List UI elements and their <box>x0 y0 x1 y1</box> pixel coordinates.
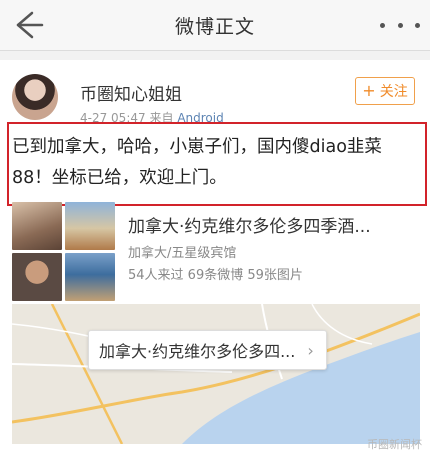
follow-button[interactable]: + 关注 <box>355 77 415 105</box>
location-stats: 54人来过 69条微博 59张图片 <box>128 268 303 283</box>
more-options-icon[interactable] <box>380 14 420 36</box>
location-map[interactable]: 加拿大·约克维尔多伦多四... › <box>12 304 420 444</box>
location-thumbnails <box>12 202 116 302</box>
chevron-right-icon: › <box>307 340 314 360</box>
post-text: 已到加拿大，哈哈，小崽子们，国内傻diao韭菜88！坐标已给，欢迎上门。 <box>12 137 382 188</box>
map-label-text: 加拿大·约克维尔多伦多四... <box>99 342 296 361</box>
thumbnail-image <box>65 253 115 301</box>
location-category: 加拿大/五星级宾馆 <box>128 246 237 261</box>
map-location-label[interactable]: 加拿大·约克维尔多伦多四... › <box>88 330 327 370</box>
avatar[interactable] <box>12 74 58 120</box>
thumbnail-image <box>12 202 62 250</box>
watermark: 币圈新闻杯 <box>367 438 422 451</box>
page-title: 微博正文 <box>174 16 255 38</box>
thumbnail-image <box>12 253 62 301</box>
map-graphic <box>12 304 420 444</box>
username[interactable]: 币圈知心姐姐 <box>80 80 182 105</box>
location-card[interactable]: 加拿大·约克维尔多伦多四季酒... 加拿大/五星级宾馆 54人来过 69条微博 … <box>12 202 420 302</box>
top-nav-bar: 微博正文 <box>0 0 430 51</box>
plus-icon: + <box>362 81 376 100</box>
follow-label: 关注 <box>379 84 408 100</box>
post-card: 币圈知心姐姐 4-27 05:47 来自 Android + 关注 已到加拿大，… <box>0 60 430 460</box>
location-title: 加拿大·约克维尔多伦多四季酒... <box>128 217 371 237</box>
thumbnail-image <box>65 202 115 250</box>
